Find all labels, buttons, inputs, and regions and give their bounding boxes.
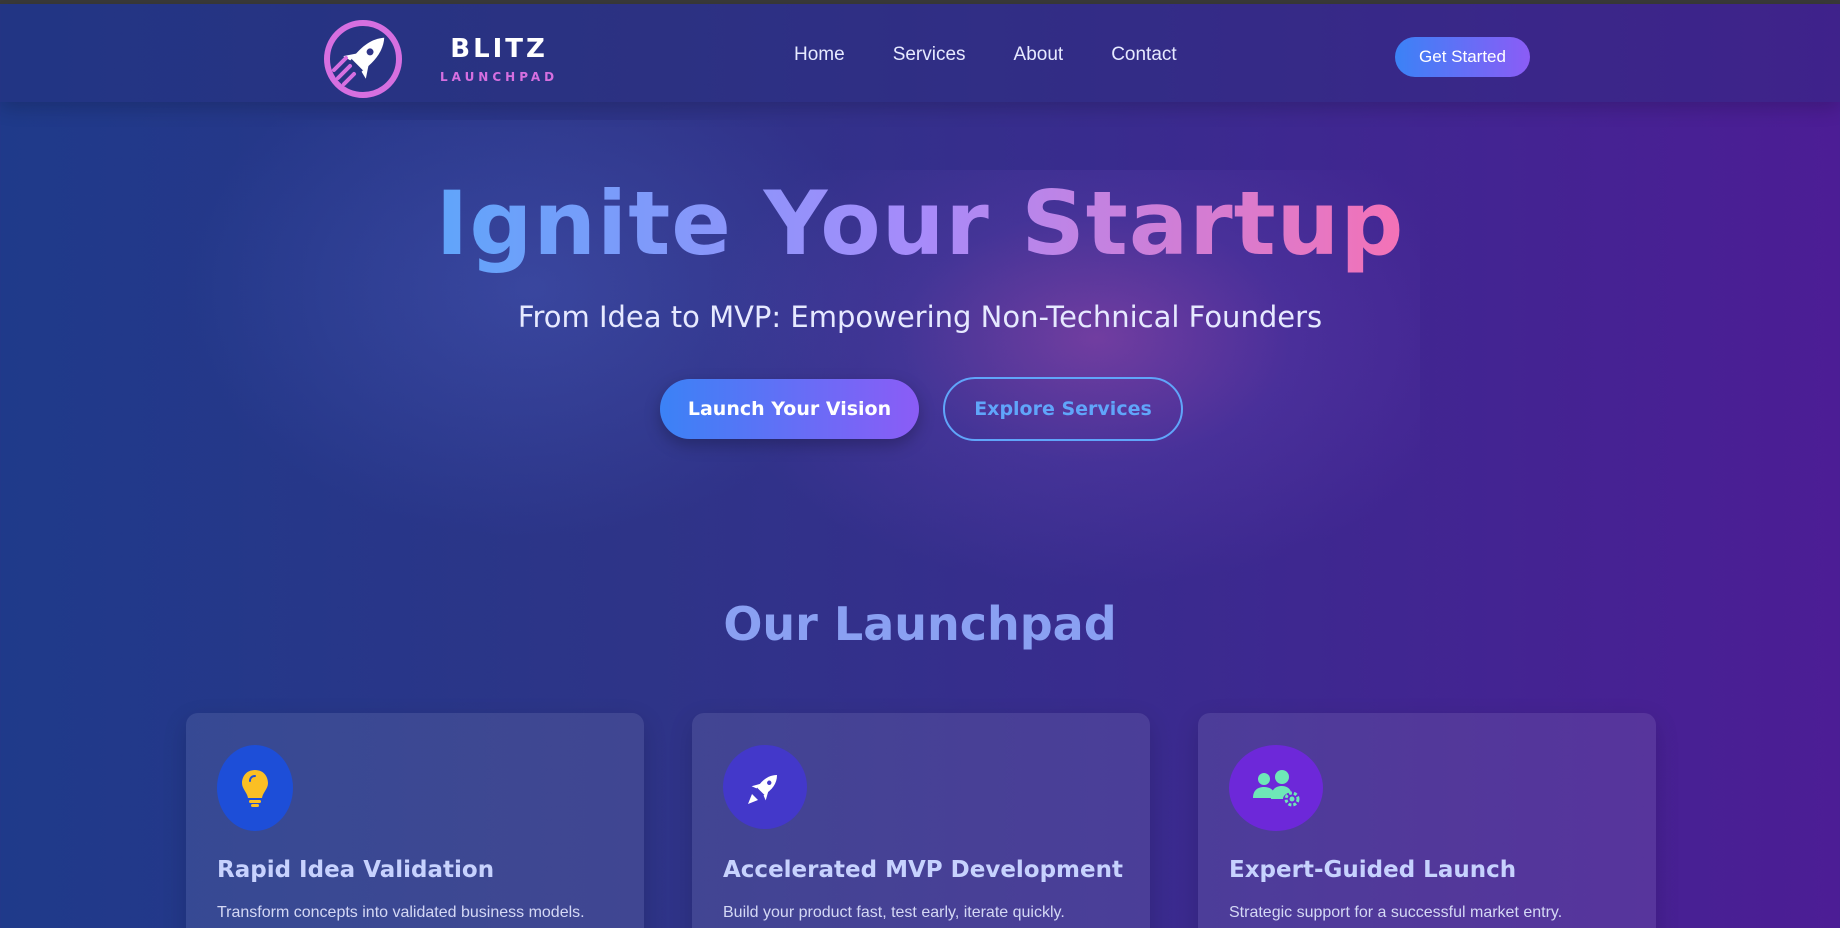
service-card-description: Build your product fast, test early, ite… bbox=[723, 904, 1065, 921]
service-card-mvp-development: Accelerated MVP Development Build your p… bbox=[692, 713, 1150, 928]
hero-subtitle: From Idea to MVP: Empowering Non-Technic… bbox=[517, 300, 1323, 334]
service-card-title: Expert-Guided Launch bbox=[1229, 857, 1517, 883]
nav-link-about[interactable]: About bbox=[1014, 44, 1064, 66]
get-started-button[interactable]: Get Started bbox=[1395, 37, 1530, 77]
services-section-title: Our Launchpad bbox=[723, 597, 1117, 651]
brand-logo[interactable]: BLITZ LAUNCHPAD bbox=[322, 18, 558, 100]
rocket-icon bbox=[723, 745, 807, 829]
hero-title-text: Ignite Your Startup bbox=[435, 172, 1405, 275]
brand-wordmark: BLITZ LAUNCHPAD bbox=[440, 34, 558, 84]
navbar: BLITZ LAUNCHPAD Home Services About Cont… bbox=[0, 4, 1840, 102]
nav-link-services[interactable]: Services bbox=[893, 44, 966, 66]
service-card-description: Strategic support for a successful marke… bbox=[1229, 904, 1563, 921]
launch-your-vision-button[interactable]: Launch Your Vision bbox=[660, 379, 919, 439]
hero-title: Ignite Your Startup bbox=[0, 172, 1840, 275]
service-card-title: Accelerated MVP Development bbox=[723, 857, 1123, 883]
brand-tagline: LAUNCHPAD bbox=[440, 70, 559, 84]
service-card-title: Rapid Idea Validation bbox=[217, 857, 495, 883]
service-card-description: Transform concepts into validated busine… bbox=[217, 904, 585, 921]
rocket-logo-icon bbox=[324, 20, 402, 98]
nav-link-contact[interactable]: Contact bbox=[1111, 44, 1176, 66]
service-card-expert-launch: Expert-Guided Launch Strategic support f… bbox=[1198, 713, 1656, 928]
nav-link-home[interactable]: Home bbox=[794, 44, 845, 66]
users-gear-icon bbox=[1229, 745, 1323, 831]
brand-name: BLITZ bbox=[450, 34, 548, 64]
main-nav: Home Services About Contact bbox=[794, 44, 1225, 66]
explore-services-button[interactable]: Explore Services bbox=[943, 377, 1183, 441]
lightbulb-icon bbox=[217, 745, 293, 831]
service-card-idea-validation: Rapid Idea Validation Transform concepts… bbox=[186, 713, 644, 928]
